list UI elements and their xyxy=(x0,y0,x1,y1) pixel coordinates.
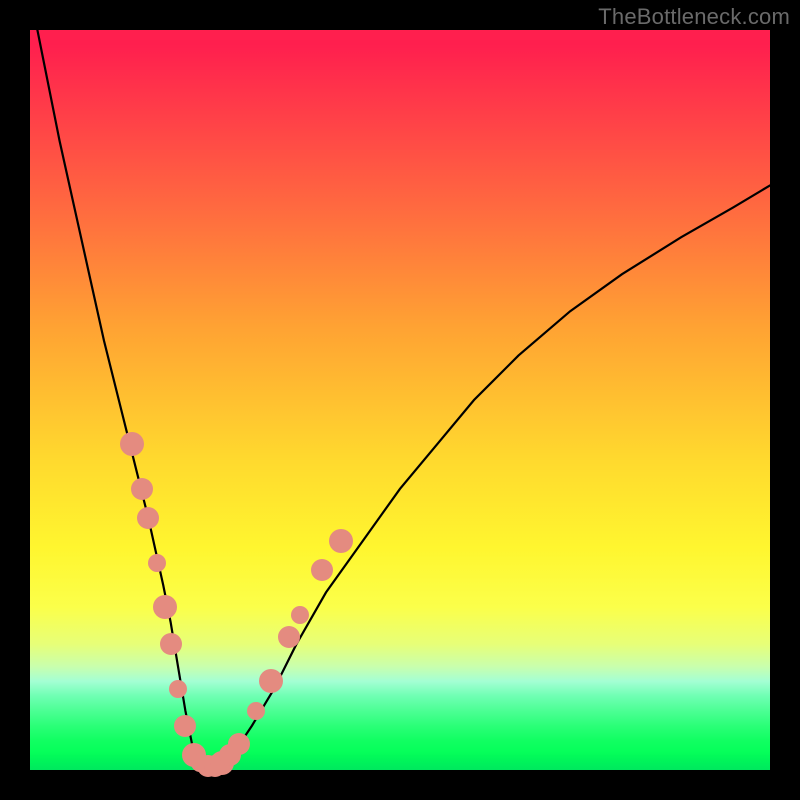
bottleneck-curve xyxy=(30,0,770,770)
highlight-point xyxy=(174,715,196,737)
highlight-point xyxy=(278,626,300,648)
highlight-point xyxy=(148,554,166,572)
watermark-text: TheBottleneck.com xyxy=(598,4,790,30)
plot-area xyxy=(30,30,770,770)
highlight-point xyxy=(247,702,265,720)
curve-layer xyxy=(30,30,770,770)
chart-frame: TheBottleneck.com xyxy=(0,0,800,800)
highlight-point xyxy=(169,680,187,698)
highlight-point xyxy=(137,507,159,529)
highlight-point xyxy=(160,633,182,655)
highlight-point xyxy=(120,432,144,456)
highlight-point xyxy=(228,733,250,755)
highlight-point xyxy=(153,595,177,619)
highlight-point xyxy=(259,669,283,693)
highlight-point xyxy=(329,529,353,553)
highlight-point xyxy=(131,478,153,500)
highlight-point xyxy=(291,606,309,624)
highlight-point xyxy=(311,559,333,581)
